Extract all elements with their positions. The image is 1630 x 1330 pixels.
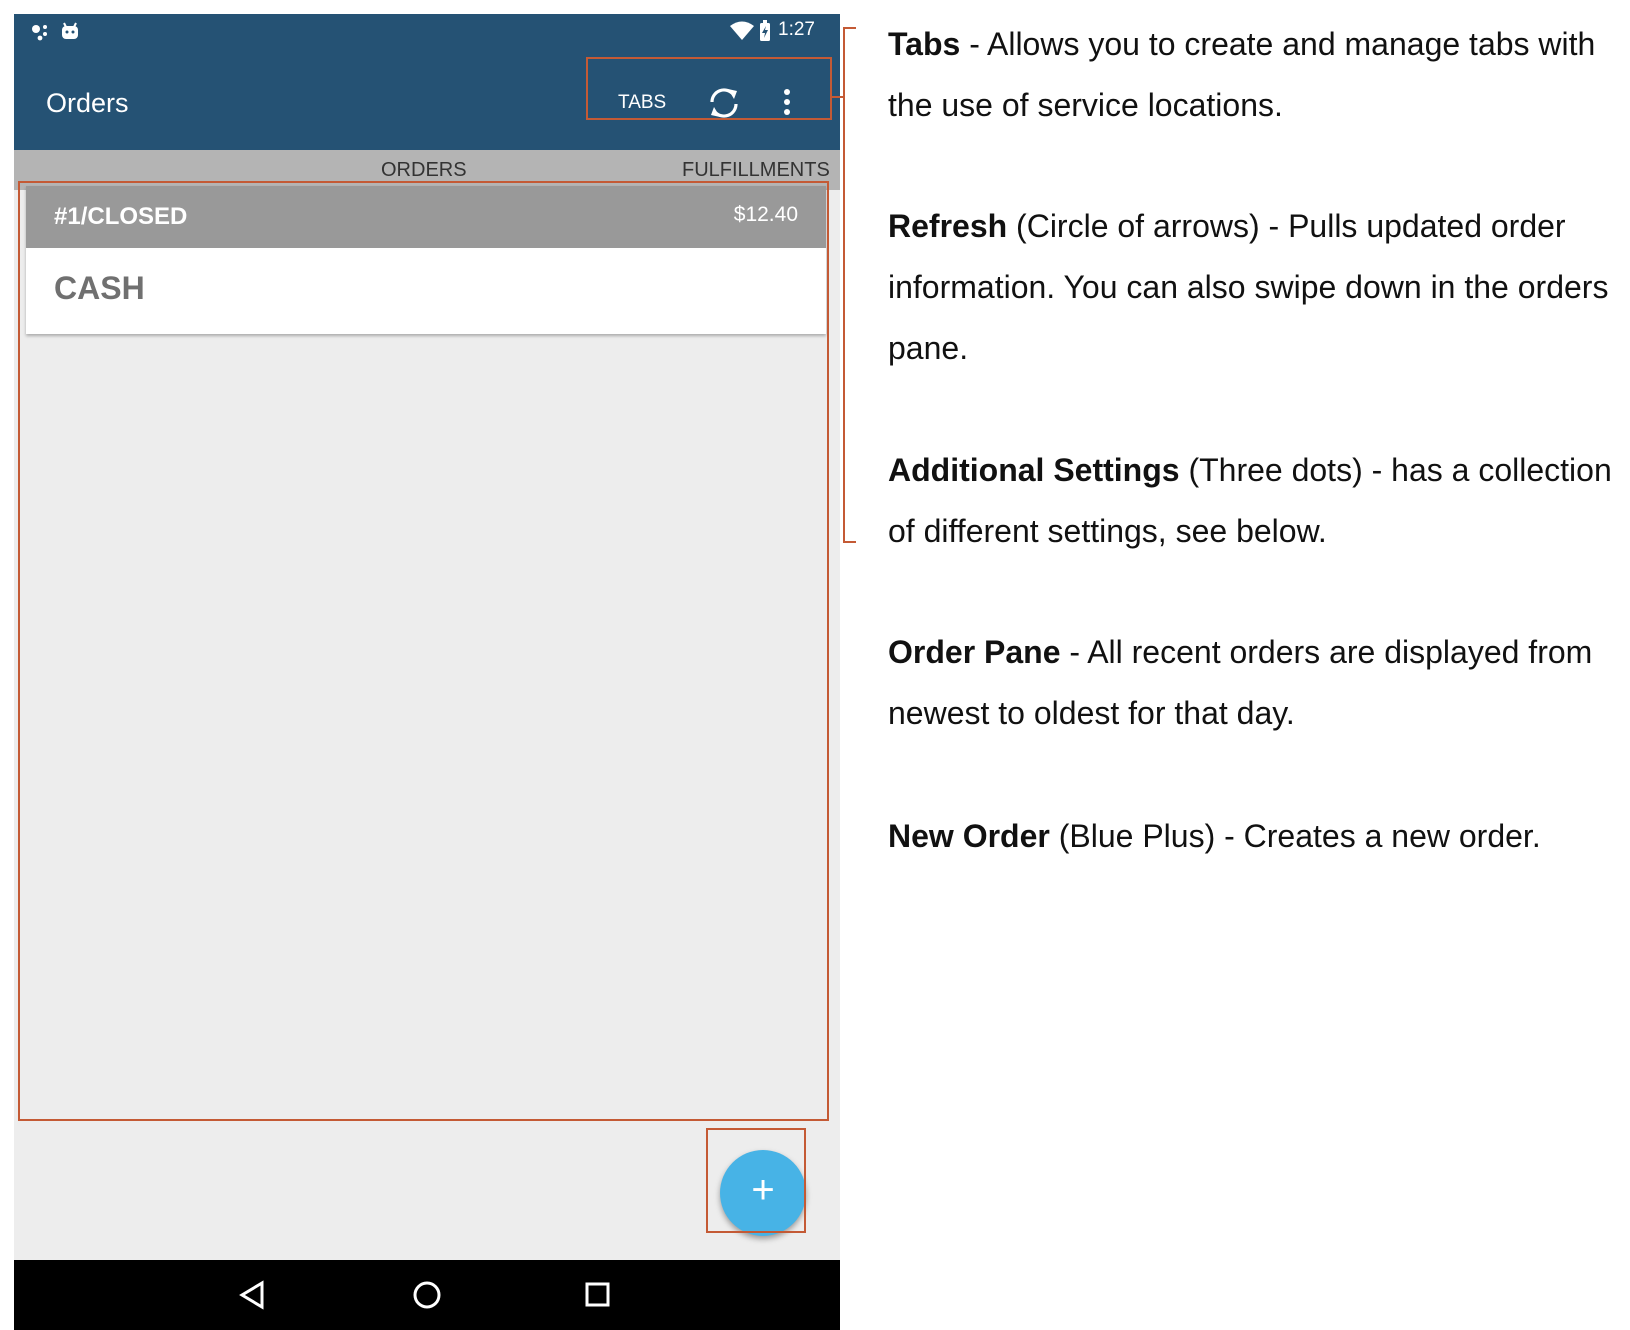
annotation-term: Tabs [888, 26, 961, 62]
page-title: Orders [46, 88, 129, 118]
toolbar-actions-highlight [586, 57, 832, 120]
annotation-order-pane: Order Pane - All recent orders are displ… [888, 622, 1618, 744]
wifi-icon [730, 21, 754, 46]
annotation-term: Order Pane [888, 634, 1061, 670]
android-icon [60, 21, 80, 46]
annotation-text: - Allows you to create and manage tabs w… [888, 26, 1596, 123]
notification-dots-icon [30, 23, 52, 46]
status-bar: 1:27 [14, 14, 840, 48]
back-icon[interactable] [238, 1280, 266, 1315]
new-order-highlight [706, 1128, 806, 1233]
annotation-new-order: New Order (Blue Plus) - Creates a new or… [888, 806, 1618, 867]
order-pane-highlight [18, 181, 829, 1121]
annotation-term: Refresh [888, 208, 1008, 244]
recents-icon[interactable] [584, 1281, 612, 1314]
annotation-bracket [832, 27, 856, 543]
annotation-refresh: Refresh (Circle of arrows) - Pulls updat… [888, 196, 1618, 379]
clock: 1:27 [778, 19, 815, 40]
annotation-text: (Blue Plus) - Creates a new order. [1049, 818, 1541, 854]
navigation-bar [14, 1260, 840, 1330]
annotation-term: Additional Settings [888, 452, 1180, 488]
annotation-term: New Order [888, 818, 1050, 854]
home-icon[interactable] [412, 1280, 442, 1315]
annotation-tabs: Tabs - Allows you to create and manage t… [888, 14, 1618, 136]
annotation-additional-settings: Additional Settings (Three dots) - has a… [888, 440, 1618, 562]
battery-icon [759, 20, 771, 47]
